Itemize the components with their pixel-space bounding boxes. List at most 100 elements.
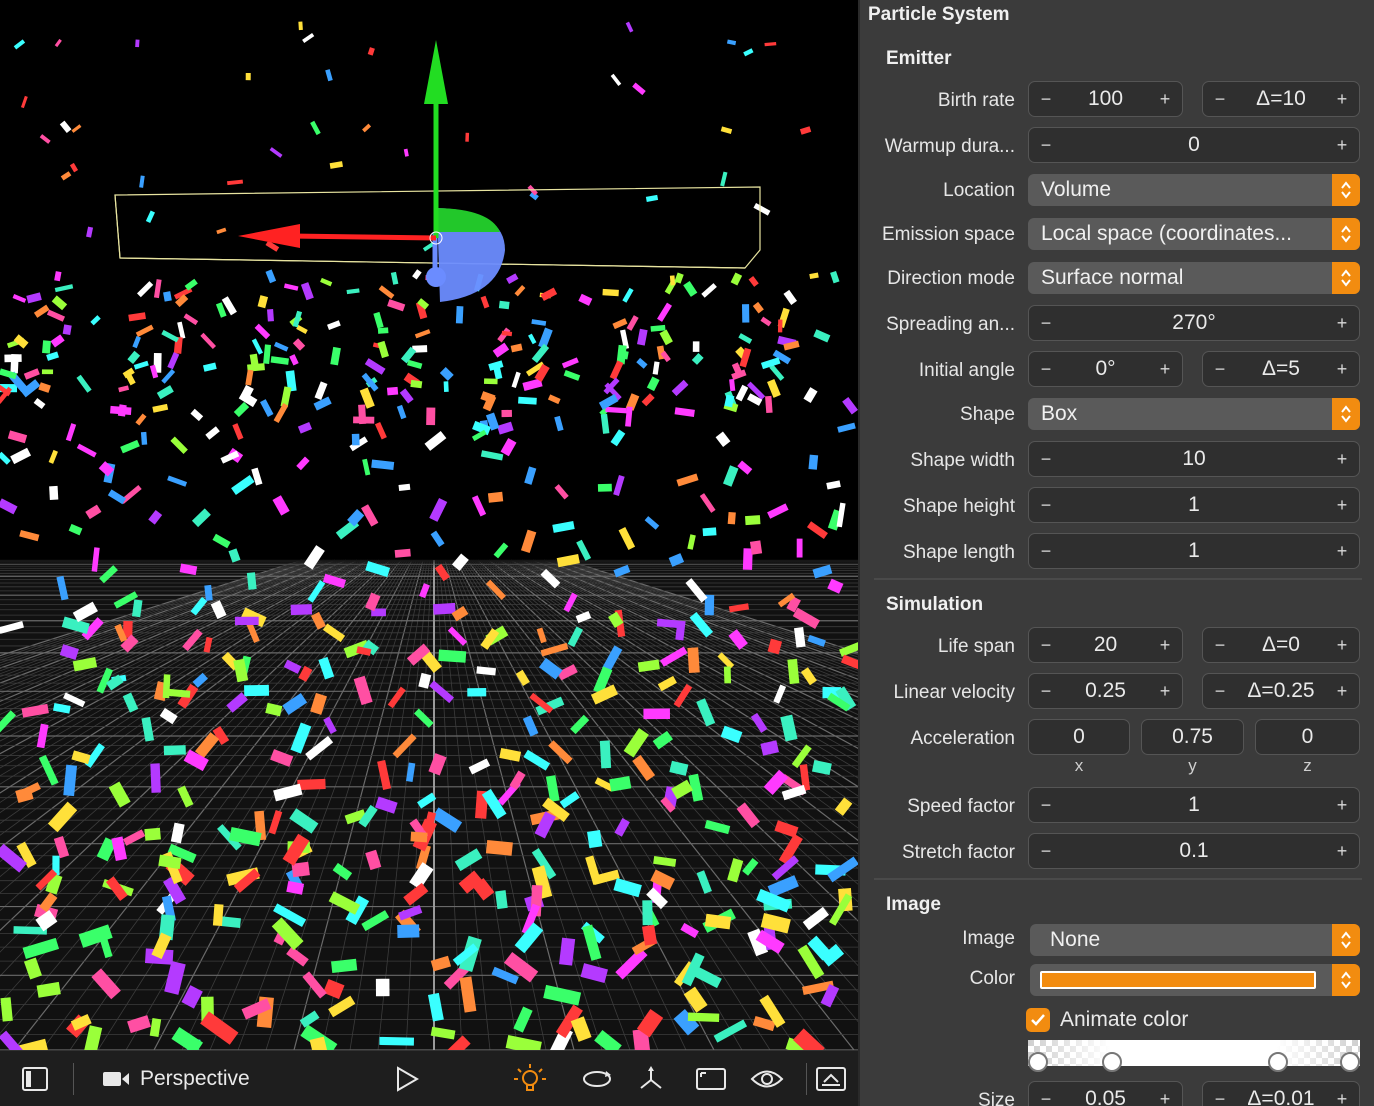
shape-length-label: Shape length (903, 542, 1015, 563)
decrement-button[interactable]: − (1039, 136, 1053, 154)
warmup-stepper[interactable]: − 0 + (1028, 127, 1360, 163)
linear-velocity-variation-stepper[interactable]: − Δ=0.25 + (1202, 673, 1360, 709)
direction-mode-label: Direction mode (887, 268, 1015, 289)
linear-velocity-delta[interactable]: Δ=0.25 (1227, 679, 1335, 703)
light-icon[interactable] (512, 1051, 548, 1106)
acceleration-y-field[interactable]: 0.75 (1141, 719, 1244, 755)
increment-button[interactable]: + (1335, 450, 1349, 468)
increment-button[interactable]: + (1335, 1090, 1349, 1106)
increment-button[interactable]: + (1158, 360, 1172, 378)
linear-velocity-stepper[interactable]: − 0.25 + (1028, 673, 1183, 709)
decrement-button[interactable]: − (1213, 360, 1227, 378)
stretch-factor-value[interactable]: 0.1 (1053, 839, 1335, 863)
increment-button[interactable]: + (1158, 90, 1172, 108)
birth-rate-variation-stepper[interactable]: − Δ=10 + (1202, 81, 1360, 117)
color-swatch (1040, 971, 1316, 989)
shape-height-stepper[interactable]: − 1 + (1028, 487, 1360, 523)
speed-factor-label: Speed factor (907, 796, 1015, 817)
orbit-icon[interactable] (580, 1051, 614, 1106)
shape-height-value[interactable]: 1 (1053, 493, 1335, 517)
decrement-button[interactable]: − (1039, 682, 1053, 700)
life-span-variation-stepper[interactable]: − Δ=0 + (1202, 627, 1360, 663)
frame-icon[interactable] (694, 1051, 728, 1106)
sidebar-icon[interactable] (18, 1051, 52, 1106)
decrement-button[interactable]: − (1039, 450, 1053, 468)
increment-button[interactable]: + (1335, 90, 1349, 108)
color-well[interactable] (1030, 964, 1360, 996)
decrement-button[interactable]: − (1039, 542, 1053, 560)
initial-angle-variation-stepper[interactable]: − Δ=5 + (1202, 351, 1360, 387)
spreading-angle-value[interactable]: 270° (1053, 311, 1335, 335)
chevron-updown-icon (1332, 398, 1360, 430)
decrement-button[interactable]: − (1039, 360, 1053, 378)
life-span-stepper[interactable]: − 20 + (1028, 627, 1183, 663)
increment-button[interactable]: + (1158, 636, 1172, 654)
linear-velocity-value[interactable]: 0.25 (1053, 679, 1158, 703)
decrement-button[interactable]: − (1213, 636, 1227, 654)
birth-rate-stepper[interactable]: − 100 + (1028, 81, 1183, 117)
initial-angle-delta[interactable]: Δ=5 (1227, 357, 1335, 381)
decrement-button[interactable]: − (1039, 1090, 1053, 1106)
increment-button[interactable]: + (1335, 314, 1349, 332)
play-icon[interactable] (392, 1051, 422, 1106)
scene-graph-icon[interactable] (814, 1051, 848, 1106)
animate-color-checkbox[interactable] (1026, 1008, 1050, 1032)
birth-rate-value[interactable]: 100 (1053, 87, 1158, 111)
direction-mode-select[interactable]: Surface normal (1028, 262, 1360, 294)
shape-width-stepper[interactable]: − 10 + (1028, 441, 1360, 477)
increment-button[interactable]: + (1335, 636, 1349, 654)
increment-button[interactable]: + (1335, 682, 1349, 700)
shape-select[interactable]: Box (1028, 398, 1360, 430)
decrement-button[interactable]: − (1213, 682, 1227, 700)
life-span-delta[interactable]: Δ=0 (1227, 633, 1335, 657)
increment-button[interactable]: + (1335, 496, 1349, 514)
shape-width-value[interactable]: 10 (1053, 447, 1335, 471)
size-stepper[interactable]: − 0.05 + (1028, 1081, 1183, 1106)
increment-button[interactable]: + (1335, 542, 1349, 560)
scene-canvas[interactable] (0, 0, 858, 1050)
initial-angle-stepper[interactable]: − 0° + (1028, 351, 1183, 387)
scene-viewport[interactable] (0, 0, 858, 1050)
eye-icon[interactable] (748, 1051, 786, 1106)
increment-button[interactable]: + (1335, 136, 1349, 154)
color-gradient-editor[interactable] (1028, 1040, 1360, 1072)
image-select[interactable]: None (1030, 924, 1360, 956)
increment-button[interactable]: + (1335, 842, 1349, 860)
decrement-button[interactable]: − (1039, 842, 1053, 860)
decrement-button[interactable]: − (1039, 90, 1053, 108)
increment-button[interactable]: + (1158, 682, 1172, 700)
axes-icon[interactable] (636, 1051, 666, 1106)
stretch-factor-stepper[interactable]: − 0.1 + (1028, 833, 1360, 869)
life-span-value[interactable]: 20 (1053, 633, 1158, 657)
size-delta[interactable]: Δ=0.01 (1227, 1087, 1335, 1106)
chevron-updown-icon (1332, 174, 1360, 206)
camera-icon[interactable] (100, 1051, 132, 1106)
size-variation-stepper[interactable]: − Δ=0.01 + (1202, 1081, 1360, 1106)
animate-color-label[interactable]: Animate color (1060, 1008, 1188, 1032)
decrement-button[interactable]: − (1213, 90, 1227, 108)
speed-factor-stepper[interactable]: − 1 + (1028, 787, 1360, 823)
chevron-updown-icon (1332, 262, 1360, 294)
spreading-angle-stepper[interactable]: − 270° + (1028, 305, 1360, 341)
increment-button[interactable]: + (1335, 360, 1349, 378)
decrement-button[interactable]: − (1039, 496, 1053, 514)
initial-angle-value[interactable]: 0° (1053, 357, 1158, 381)
emission-space-select[interactable]: Local space (coordinates... (1028, 218, 1360, 250)
acceleration-x-field[interactable]: 0 (1028, 719, 1130, 755)
inspector-panel: Particle System Emitter Birth rate − 100… (858, 0, 1374, 1106)
size-value[interactable]: 0.05 (1053, 1087, 1158, 1106)
acceleration-z-field[interactable]: 0 (1255, 719, 1360, 755)
camera-selector[interactable]: Perspective (140, 1051, 270, 1106)
warmup-value[interactable]: 0 (1053, 133, 1335, 157)
speed-factor-value[interactable]: 1 (1053, 793, 1335, 817)
shape-length-stepper[interactable]: − 1 + (1028, 533, 1360, 569)
location-select[interactable]: Volume (1028, 174, 1360, 206)
shape-length-value[interactable]: 1 (1053, 539, 1335, 563)
birth-rate-delta[interactable]: Δ=10 (1227, 87, 1335, 111)
decrement-button[interactable]: − (1039, 636, 1053, 654)
decrement-button[interactable]: − (1039, 314, 1053, 332)
decrement-button[interactable]: − (1213, 1090, 1227, 1106)
decrement-button[interactable]: − (1039, 796, 1053, 814)
increment-button[interactable]: + (1158, 1090, 1172, 1106)
increment-button[interactable]: + (1335, 796, 1349, 814)
